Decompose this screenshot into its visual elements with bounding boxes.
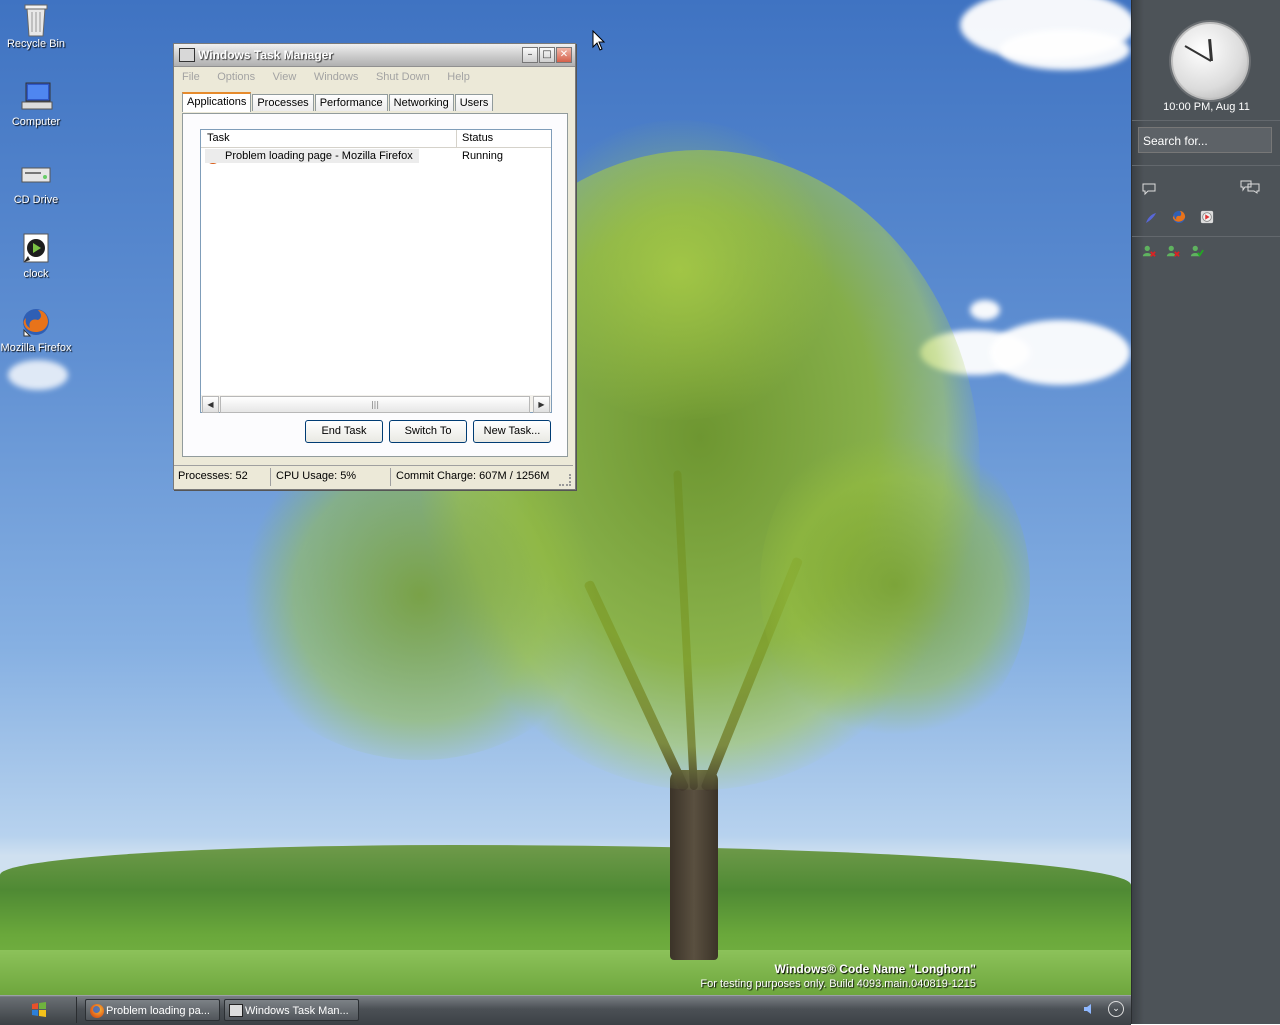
desktop-icon-recycle-bin[interactable]: Recycle Bin bbox=[0, 2, 74, 50]
clock-time-date: 10:00 PM, Aug 11 bbox=[1163, 101, 1250, 113]
scroll-left-icon[interactable]: ◀ bbox=[202, 396, 219, 413]
minimize-button[interactable]: – bbox=[522, 47, 538, 63]
taskbar-button-task-manager[interactable]: Windows Task Man... bbox=[224, 999, 359, 1021]
scroll-right-icon[interactable]: ▶ bbox=[533, 396, 550, 413]
horizontal-scrollbar[interactable]: ◀ ||| ▶ bbox=[201, 395, 551, 413]
desktop-icon-computer[interactable]: Computer bbox=[0, 80, 74, 128]
firefox-icon bbox=[20, 306, 52, 338]
taskbar: Problem loading pa... Windows Task Man..… bbox=[0, 995, 1131, 1025]
sidebar-divider bbox=[1132, 120, 1280, 121]
end-task-button[interactable]: End Task bbox=[305, 420, 383, 443]
scrollbar-thumb[interactable]: ||| bbox=[220, 396, 530, 413]
desktop-icon-label: clock bbox=[23, 268, 49, 280]
desktop-icon-label: CD Drive bbox=[13, 194, 59, 206]
sidebar-divider bbox=[1132, 165, 1280, 166]
applications-panel: Task Status Problem loading page - Mozil… bbox=[182, 113, 568, 457]
search-input[interactable]: Search for... bbox=[1138, 127, 1272, 153]
desktop-icon-mozilla-firefox[interactable]: Mozilla Firefox bbox=[0, 306, 74, 354]
media-player-icon bbox=[20, 232, 52, 264]
status-divider bbox=[270, 468, 271, 486]
chat-bubbles-icon[interactable] bbox=[1240, 180, 1260, 194]
desktop-icon-label: Mozilla Firefox bbox=[0, 342, 72, 354]
task-status: Running bbox=[462, 150, 503, 162]
wallpaper-cloud bbox=[990, 320, 1130, 385]
resize-grip-icon[interactable] bbox=[559, 474, 571, 486]
tab-performance[interactable]: Performance bbox=[314, 94, 388, 111]
media-icon[interactable] bbox=[1199, 210, 1215, 224]
wallpaper-tree-trunk bbox=[670, 770, 718, 960]
taskbar-button-firefox[interactable]: Problem loading pa... bbox=[85, 999, 220, 1021]
cd-drive-icon bbox=[20, 158, 52, 190]
speech-bubble-icon[interactable] bbox=[1141, 182, 1157, 196]
task-list-header: Task Status bbox=[201, 130, 551, 148]
desktop-icon-clock[interactable]: clock bbox=[0, 232, 74, 280]
status-processes: Processes: 52 bbox=[178, 470, 248, 482]
wallpaper-tree-canopy bbox=[760, 420, 1030, 750]
wallpaper-cloud bbox=[970, 300, 1000, 320]
task-manager-icon bbox=[229, 1004, 243, 1017]
recycle-bin-icon bbox=[20, 2, 52, 37]
menu-view[interactable]: View bbox=[273, 67, 297, 87]
desktop-icon-label: Recycle Bin bbox=[6, 38, 66, 50]
watermark-title: Windows® Code Name "Longhorn" bbox=[774, 962, 976, 976]
tab-users[interactable]: Users bbox=[454, 94, 494, 111]
status-bar: Processes: 52 CPU Usage: 5% Commit Charg… bbox=[174, 465, 573, 488]
new-task-button[interactable]: New Task... bbox=[473, 420, 551, 443]
contact-offline-icon[interactable] bbox=[1165, 244, 1181, 258]
desktop-icon-cd-drive[interactable]: CD Drive bbox=[0, 158, 74, 206]
analog-clock[interactable] bbox=[1171, 22, 1249, 100]
close-button[interactable]: ✕ bbox=[556, 47, 572, 63]
status-cpu-usage: CPU Usage: 5% bbox=[276, 470, 357, 482]
volume-icon[interactable] bbox=[1083, 1003, 1095, 1015]
tab-applications[interactable]: Applications bbox=[182, 92, 252, 112]
computer-icon bbox=[20, 80, 53, 112]
task-list[interactable]: Task Status Problem loading page - Mozil… bbox=[200, 129, 552, 413]
wallpaper-cloud bbox=[1000, 30, 1130, 70]
window-title: Windows Task Manager bbox=[198, 48, 334, 62]
chevron-down-icon[interactable]: ⌄ bbox=[1108, 1001, 1124, 1017]
firefox-icon[interactable] bbox=[1171, 210, 1187, 224]
menu-shut-down[interactable]: Shut Down bbox=[376, 67, 430, 87]
start-button[interactable] bbox=[0, 997, 77, 1023]
mouse-cursor-icon bbox=[592, 30, 606, 51]
tab-processes[interactable]: Processes bbox=[252, 94, 314, 111]
contact-online-icon[interactable] bbox=[1189, 244, 1205, 258]
menu-windows[interactable]: Windows bbox=[314, 67, 359, 87]
task-manager-icon bbox=[179, 48, 195, 62]
sidebar-divider bbox=[1132, 236, 1280, 237]
menu-help[interactable]: Help bbox=[447, 67, 470, 87]
task-manager-window[interactable]: Windows Task Manager – □ ✕ File Options … bbox=[173, 43, 576, 490]
desktop-icon-label: Computer bbox=[11, 116, 61, 128]
tab-networking[interactable]: Networking bbox=[388, 94, 454, 111]
status-commit-charge: Commit Charge: 607M / 1256M bbox=[396, 470, 550, 482]
menu-options[interactable]: Options bbox=[217, 67, 255, 87]
switch-to-button[interactable]: Switch To bbox=[389, 420, 467, 443]
menu-file[interactable]: File bbox=[182, 67, 200, 87]
menu-bar: File Options View Windows Shut Down Help bbox=[174, 67, 575, 87]
watermark-build: For testing purposes only. Build 4093.ma… bbox=[700, 978, 976, 990]
windows-logo-icon bbox=[32, 1002, 46, 1017]
contact-offline-icon[interactable] bbox=[1141, 244, 1157, 258]
column-header-status[interactable]: Status bbox=[462, 132, 493, 144]
task-name: Problem loading page - Mozilla Firefox bbox=[205, 149, 419, 163]
table-row[interactable]: Problem loading page - Mozilla Firefox R… bbox=[205, 149, 545, 165]
tab-strip: Applications Processes Performance Networki… bbox=[182, 91, 494, 113]
window-titlebar[interactable]: Windows Task Manager – □ ✕ bbox=[174, 44, 575, 67]
column-header-task[interactable]: Task bbox=[207, 132, 230, 144]
clock-minute-hand bbox=[1184, 45, 1212, 62]
column-divider[interactable] bbox=[456, 130, 457, 147]
wallpaper-cloud bbox=[8, 360, 68, 390]
maximize-button[interactable]: □ bbox=[539, 47, 555, 63]
firefox-icon bbox=[90, 1004, 104, 1018]
messenger-icon[interactable] bbox=[1143, 211, 1159, 225]
taskbar-button-label: Problem loading pa... bbox=[106, 1005, 210, 1017]
status-divider bbox=[390, 468, 391, 486]
sidebar: 10:00 PM, Aug 11 Search for... bbox=[1131, 0, 1280, 1024]
taskbar-button-label: Windows Task Man... bbox=[245, 1005, 349, 1017]
